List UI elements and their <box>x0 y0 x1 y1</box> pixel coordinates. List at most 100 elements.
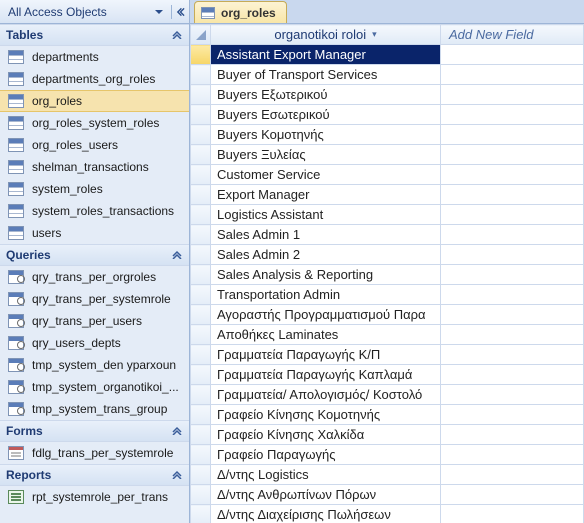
table-row[interactable]: Buyers Κομοτηνής <box>191 125 584 145</box>
nav-item-query[interactable]: qry_trans_per_orgroles <box>0 266 189 288</box>
cell-empty[interactable] <box>441 265 584 285</box>
nav-item-table[interactable]: users <box>0 222 189 244</box>
table-row[interactable]: Customer Service <box>191 165 584 185</box>
cell[interactable]: Transportation Admin <box>211 285 441 305</box>
cell-empty[interactable] <box>441 305 584 325</box>
table-row[interactable]: Γραμματεία/ Απολογισμός/ Κοστολό <box>191 385 584 405</box>
row-selector[interactable] <box>191 225 211 245</box>
row-selector[interactable] <box>191 405 211 425</box>
table-row[interactable]: Δ/ντης Logistics <box>191 465 584 485</box>
cell[interactable]: Export Manager <box>211 185 441 205</box>
table-row[interactable]: Sales Admin 2 <box>191 245 584 265</box>
cell-empty[interactable] <box>441 205 584 225</box>
nav-item-query[interactable]: tmp_system_organotikoi_... <box>0 376 189 398</box>
cell[interactable]: Γραμματεία/ Απολογισμός/ Κοστολό <box>211 385 441 405</box>
table-row[interactable]: Γραφείο Παραγωγής <box>191 445 584 465</box>
nav-item-report[interactable]: rpt_systemrole_per_trans <box>0 486 189 508</box>
nav-item-table[interactable]: org_roles_users <box>0 134 189 156</box>
add-new-field-header[interactable]: Add New Field <box>441 25 584 45</box>
row-selector[interactable] <box>191 205 211 225</box>
cell-empty[interactable] <box>441 325 584 345</box>
cell-empty[interactable] <box>441 185 584 205</box>
cell[interactable]: Sales Admin 2 <box>211 245 441 265</box>
group-header-queries[interactable]: Queries <box>0 244 189 266</box>
cell[interactable]: Αγοραστής Προγραμματισμού Παρα <box>211 305 441 325</box>
cell[interactable]: Γραμματεία Παραγωγής Καπλαμά <box>211 365 441 385</box>
group-header-reports[interactable]: Reports <box>0 464 189 486</box>
row-selector[interactable] <box>191 65 211 85</box>
nav-item-table[interactable]: system_roles_transactions <box>0 200 189 222</box>
table-row[interactable]: Αποθήκες Laminates <box>191 325 584 345</box>
cell[interactable]: Δ/ντης Διαχείρισης Πωλήσεων <box>211 505 441 523</box>
table-row[interactable]: Γραφείο Κίνησης Χαλκίδα <box>191 425 584 445</box>
nav-item-table[interactable]: shelman_transactions <box>0 156 189 178</box>
table-row[interactable]: Buyers Ξυλείας <box>191 145 584 165</box>
table-row[interactable]: Assistant Export Manager <box>191 45 584 65</box>
row-selector[interactable] <box>191 165 211 185</box>
row-selector[interactable] <box>191 345 211 365</box>
select-all-cell[interactable] <box>191 25 211 45</box>
row-selector[interactable] <box>191 145 211 165</box>
nav-item-table[interactable]: org_roles <box>0 90 189 112</box>
cell[interactable]: Δ/ντης Ανθρωπίνων Πόρων <box>211 485 441 505</box>
table-row[interactable]: Αγοραστής Προγραμματισμού Παρα <box>191 305 584 325</box>
table-row[interactable]: Export Manager <box>191 185 584 205</box>
cell[interactable]: Δ/ντης Logistics <box>211 465 441 485</box>
document-tab[interactable]: org_roles <box>194 1 287 23</box>
row-selector[interactable] <box>191 105 211 125</box>
nav-pane-header[interactable]: All Access Objects <box>0 0 189 24</box>
cell-empty[interactable] <box>441 405 584 425</box>
row-selector[interactable] <box>191 365 211 385</box>
table-row[interactable]: Logistics Assistant <box>191 205 584 225</box>
cell[interactable]: Αποθήκες Laminates <box>211 325 441 345</box>
cell[interactable]: Buyers Ξυλείας <box>211 145 441 165</box>
row-selector[interactable] <box>191 305 211 325</box>
chevron-down-icon[interactable]: ▾ <box>372 29 377 40</box>
nav-filter-dropdown[interactable] <box>151 4 167 20</box>
cell[interactable]: Γραφείο Παραγωγής <box>211 445 441 465</box>
cell[interactable]: Customer Service <box>211 165 441 185</box>
row-selector[interactable] <box>191 185 211 205</box>
cell-empty[interactable] <box>441 285 584 305</box>
cell-empty[interactable] <box>441 425 584 445</box>
cell-empty[interactable] <box>441 225 584 245</box>
table-row[interactable]: Δ/ντης Ανθρωπίνων Πόρων <box>191 485 584 505</box>
row-selector[interactable] <box>191 245 211 265</box>
cell[interactable]: Logistics Assistant <box>211 205 441 225</box>
nav-collapse-button[interactable] <box>171 5 185 19</box>
nav-item-table[interactable]: departments <box>0 46 189 68</box>
row-selector[interactable] <box>191 125 211 145</box>
cell[interactable]: Γραμματεία Παραγωγής Κ/Π <box>211 345 441 365</box>
row-selector[interactable] <box>191 265 211 285</box>
table-row[interactable]: Δ/ντης Διαχείρισης Πωλήσεων <box>191 505 584 523</box>
cell-empty[interactable] <box>441 445 584 465</box>
cell[interactable]: Sales Analysis & Reporting <box>211 265 441 285</box>
cell[interactable]: Buyers Εξωτερικού <box>211 85 441 105</box>
row-selector[interactable] <box>191 325 211 345</box>
cell-empty[interactable] <box>441 125 584 145</box>
row-selector[interactable] <box>191 445 211 465</box>
cell-empty[interactable] <box>441 245 584 265</box>
nav-item-query[interactable]: tmp_system_trans_group <box>0 398 189 420</box>
row-selector[interactable] <box>191 425 211 445</box>
table-row[interactable]: Γραφείο Κίνησης Κομοτηνής <box>191 405 584 425</box>
group-header-tables[interactable]: Tables <box>0 24 189 46</box>
cell-empty[interactable] <box>441 145 584 165</box>
cell[interactable]: Sales Admin 1 <box>211 225 441 245</box>
group-header-forms[interactable]: Forms <box>0 420 189 442</box>
cell[interactable]: Buyers Κομοτηνής <box>211 125 441 145</box>
table-row[interactable]: Buyer of Transport Services <box>191 65 584 85</box>
nav-item-form[interactable]: fdlg_trans_per_systemrole <box>0 442 189 464</box>
nav-item-query[interactable]: tmp_system_den yparxoun <box>0 354 189 376</box>
table-row[interactable]: Transportation Admin <box>191 285 584 305</box>
row-selector[interactable] <box>191 45 211 65</box>
cell[interactable]: Assistant Export Manager <box>211 45 441 65</box>
nav-item-table[interactable]: departments_org_roles <box>0 68 189 90</box>
cell-empty[interactable] <box>441 505 584 523</box>
table-row[interactable]: Γραμματεία Παραγωγής Κ/Π <box>191 345 584 365</box>
nav-item-query[interactable]: qry_trans_per_systemrole <box>0 288 189 310</box>
row-selector[interactable] <box>191 85 211 105</box>
nav-item-query[interactable]: qry_trans_per_users <box>0 310 189 332</box>
cell[interactable]: Γραφείο Κίνησης Χαλκίδα <box>211 425 441 445</box>
cell-empty[interactable] <box>441 345 584 365</box>
